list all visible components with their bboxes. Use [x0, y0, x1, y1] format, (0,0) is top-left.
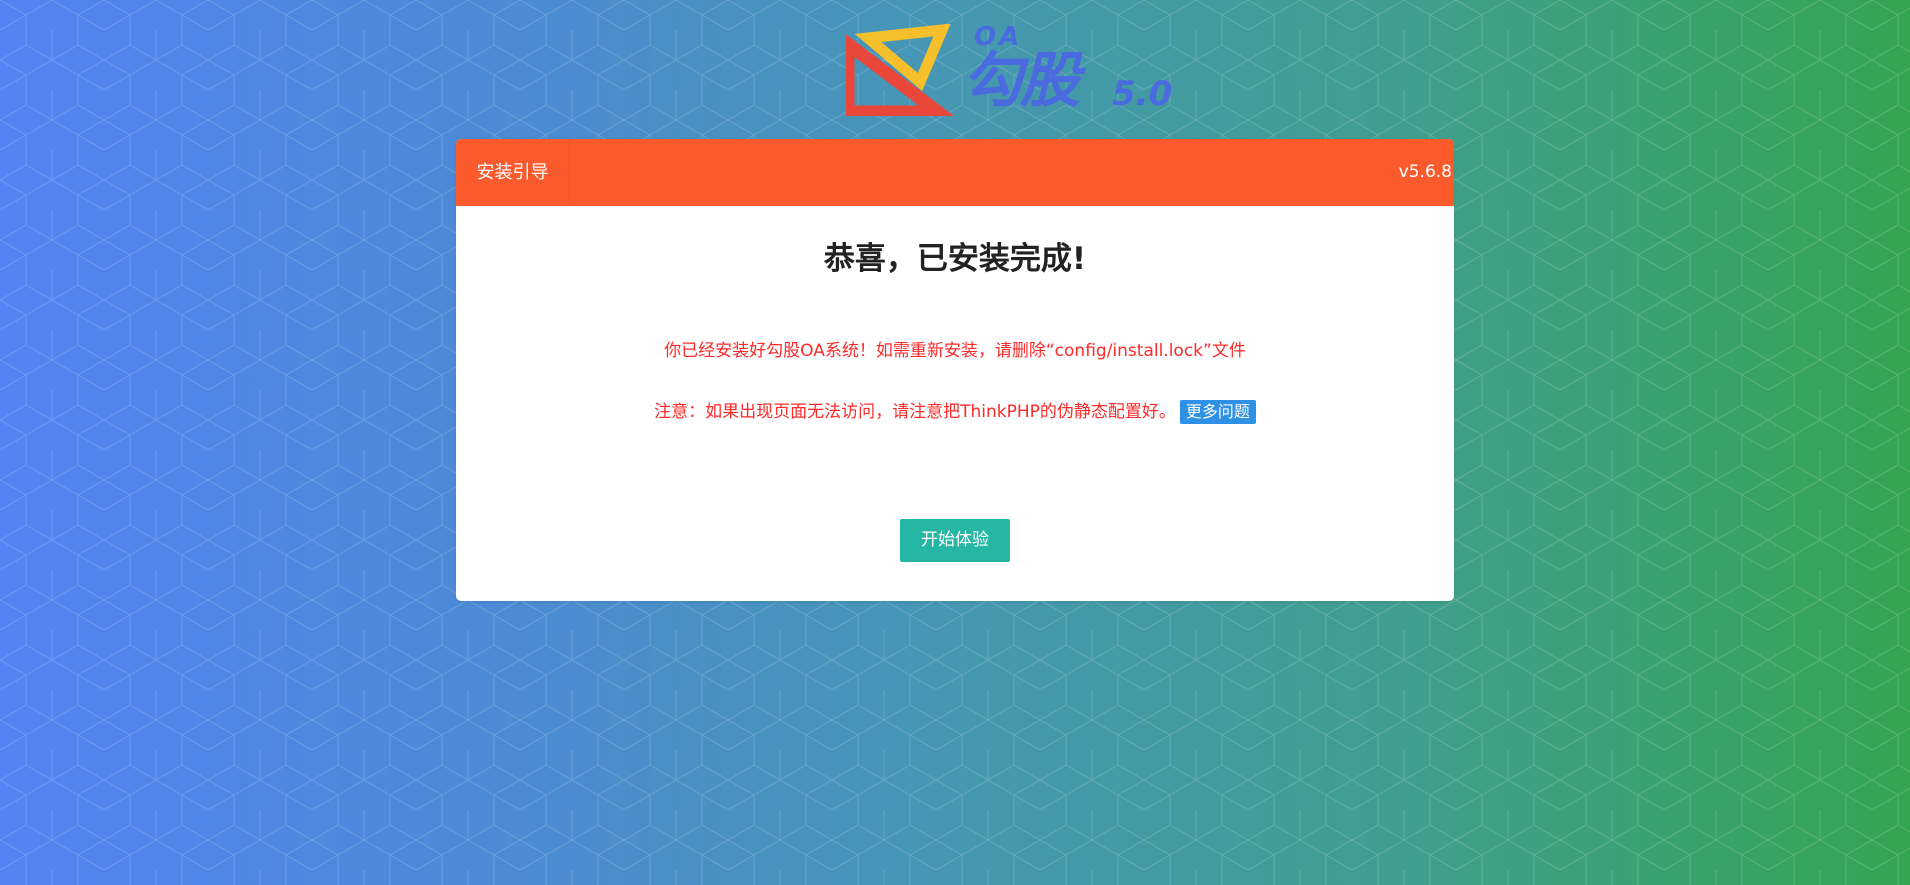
app-logo: OA 勾股 5.0 [846, 22, 1176, 116]
install-card: 安装引导 v5.6.8 恭喜，已安装完成! 你已经安装好勾股OA系统！如需重新安… [456, 139, 1454, 601]
logo-triangle-icon [846, 24, 955, 116]
notice-text: 注意：如果出现页面无法访问，请注意把ThinkPHP的伪静态配置好。 [654, 402, 1176, 422]
logo-name-text: 勾股 [962, 46, 1080, 116]
page-title: 恭喜，已安装完成! [823, 241, 1087, 277]
logo-version-text: 5.0 [1112, 74, 1173, 114]
start-experience-button[interactable]: 开始体验 [900, 519, 1010, 562]
version-label: v5.6.8 [1398, 162, 1452, 182]
card-header: 安装引导 v5.6.8 [456, 139, 1454, 206]
notice-line: 注意：如果出现页面无法访问，请注意把ThinkPHP的伪静态配置好。 更多问题 [456, 399, 1454, 425]
install-page: OA 勾股 5.0 安装引导 v5.6.8 恭喜，已安装完成! 你已经安装好勾股… [0, 0, 1910, 885]
tab-install-guide[interactable]: 安装引导 [456, 139, 570, 206]
more-questions-link[interactable]: 更多问题 [1179, 400, 1256, 424]
install-message: 你已经安装好勾股OA系统！如需重新安装，请删除“config/install.l… [664, 341, 1246, 361]
